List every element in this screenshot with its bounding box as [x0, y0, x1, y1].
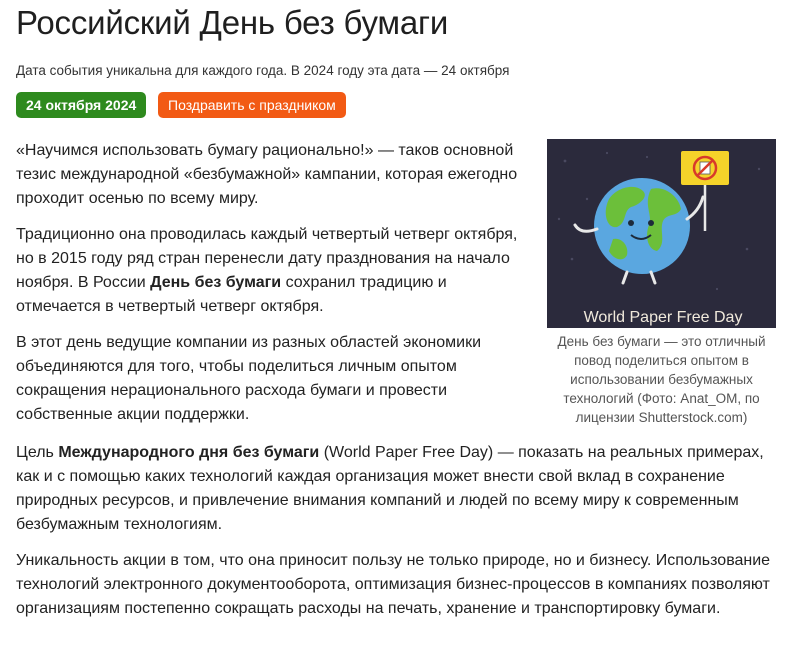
image-caption-text: World Paper Free Day	[584, 309, 743, 326]
event-date-note: Дата события уникальна для каждого года.…	[16, 63, 510, 78]
article-paragraph-5: Уникальность акции в том, что она принос…	[16, 549, 776, 621]
highlight-term: День без бумаги	[150, 274, 282, 291]
article-paragraph-2: Традиционно она проводилась каждый четве…	[16, 223, 531, 319]
paragraph-text: Уникальность акции в том, что она принос…	[16, 552, 771, 617]
article-figure: World Paper Free Day День без бумаги — э…	[547, 139, 776, 427]
article-paragraph-4: Цель Международного дня без бумаги (Worl…	[16, 441, 776, 537]
event-page: Российский День без бумаги Дата события …	[0, 0, 788, 650]
paragraph-text: Цель	[16, 444, 59, 461]
congratulate-button[interactable]: Поздравить с праздником	[158, 92, 346, 118]
highlight-term: Международного дня без бумаги	[58, 444, 320, 461]
paragraph-text: В этот день ведущие компании из разных о…	[16, 334, 482, 423]
article-paragraph-1: «Научимся использовать бумагу рациональн…	[16, 139, 531, 211]
paper-free-day-image: World Paper Free Day	[547, 139, 776, 328]
article-paragraph-3: В этот день ведущие компании из разных о…	[16, 331, 531, 427]
figure-caption: День без бумаги — это отличный повод под…	[557, 334, 766, 425]
date-badge: 24 октября 2024	[16, 92, 147, 118]
page-title: Российский День без бумаги	[16, 4, 449, 41]
paragraph-text: «Научимся использовать бумагу рациональн…	[16, 142, 518, 207]
